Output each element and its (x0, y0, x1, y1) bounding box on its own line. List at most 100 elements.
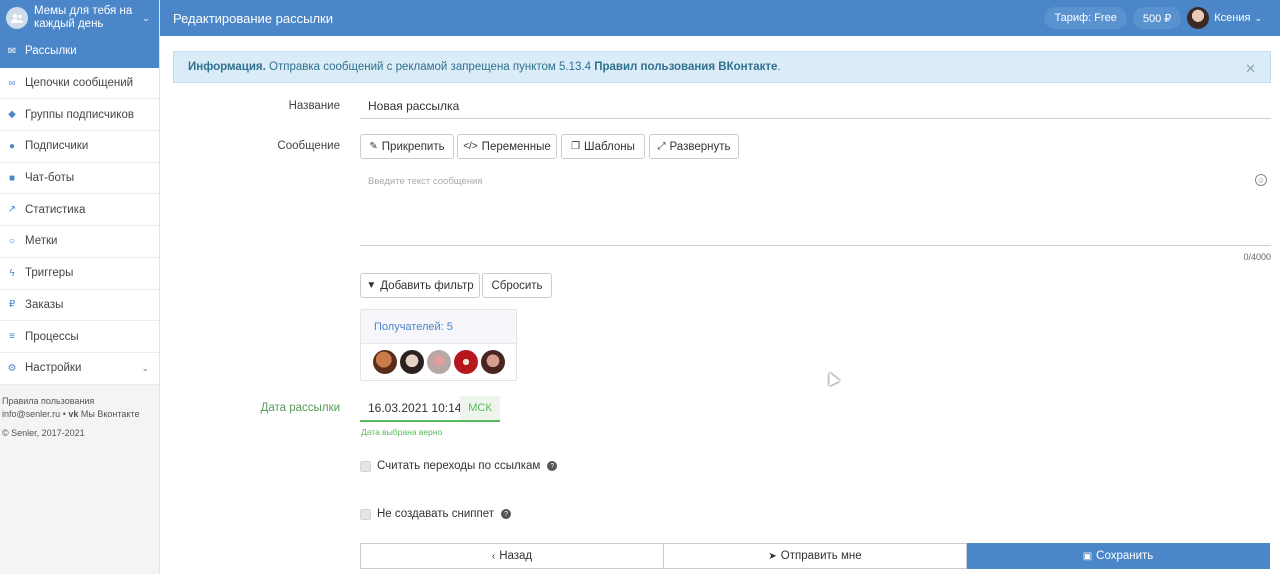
smile-icon[interactable]: ☺ (1255, 174, 1267, 186)
templates-button[interactable]: ❐ Шаблоны (561, 134, 645, 159)
email-link[interactable]: info@senler.ru (2, 409, 60, 419)
no-snippet-checkbox[interactable]: Не создавать сниппет ? (360, 508, 512, 520)
add-filter-button[interactable]: ▼ Добавить фильтр (360, 273, 480, 298)
sidebar-item-label: Чат-боты (25, 172, 75, 185)
chevron-down-icon: ⌄ (141, 362, 149, 373)
save-label: Сохранить (1096, 550, 1154, 562)
copyright: © Senler, 2017-2021 (2, 427, 85, 438)
sidebar-item-label: Рассылки (25, 45, 77, 58)
mouse-cursor-icon (824, 370, 840, 386)
tasks-icon: ≡ (9, 331, 15, 343)
recipients-panel: Получателей: 5 (360, 309, 517, 381)
copy-icon: ❐ (571, 141, 581, 152)
question-circle-icon[interactable]: ? (501, 509, 512, 519)
send-me-label: Отправить мне (780, 550, 862, 562)
sidebar-nav: ✉ Рассылки ∞ Цепочки сообщений ◆ Группы … (0, 36, 159, 385)
message-label: Сообщение (277, 140, 340, 152)
attach-label: Прикрепить (381, 140, 445, 153)
variables-button[interactable]: </> Переменные (457, 134, 557, 159)
sidebar-item-orders[interactable]: ₽ Заказы (0, 290, 159, 322)
group-name: Мемы для тебя на каждый день (34, 5, 133, 30)
sidebar-item-settings[interactable]: ⚙ Настройки ⌄ (0, 353, 159, 385)
rules-link[interactable]: Правила пользования (2, 395, 157, 408)
bolt-icon: ϟ (9, 267, 15, 279)
avatar[interactable] (400, 350, 424, 374)
sidebar-footer: Правила пользования info@senler.ru • vk … (0, 385, 159, 440)
sidebar-item-subscriber-groups[interactable]: ◆ Группы подписчиков (0, 99, 159, 132)
reset-button[interactable]: Сбросить (482, 273, 552, 298)
checkbox-box[interactable] (360, 460, 371, 472)
recipients-count[interactable]: Получателей: 5 (361, 310, 516, 344)
floppy-icon: ▣ (1082, 550, 1093, 562)
form-actions: ‹ Назад ➤ Отправить мне ▣ Сохранить (360, 543, 1270, 569)
sidebar-item-label: Метки (25, 235, 58, 248)
sidebar-item-label: Подписчики (25, 140, 89, 153)
checkbox-box[interactable] (360, 508, 371, 520)
close-icon[interactable]: ✕ (1245, 61, 1256, 77)
avatar[interactable] (454, 350, 478, 374)
user-menu[interactable]: Ксения ⌄ (1187, 7, 1262, 29)
sidebar-item-processes[interactable]: ≡ Процессы (0, 321, 159, 353)
sidebar-item-mailings[interactable]: ✉ Рассылки (0, 36, 159, 68)
date-label: Дата рассылки (260, 402, 340, 414)
alert-text: Отправка сообщений с рекламой запрещена … (265, 61, 595, 73)
sidebar-item-chatbots[interactable]: ■ Чат-боты (0, 163, 159, 195)
info-alert: Информация. Отправка сообщений с рекламо… (173, 51, 1271, 83)
sidebar-item-subscribers[interactable]: ● Подписчики (0, 131, 159, 163)
balance-badge[interactable]: 500 ₽ (1132, 7, 1182, 29)
group-avatar (6, 7, 28, 29)
variables-label: Переменные (481, 140, 551, 153)
sidebar: Мемы для тебя на каждый день ⌄ ✉ Рассылк… (0, 0, 160, 574)
chevron-down-icon: ⌄ (142, 12, 150, 23)
topbar: Редактирование рассылки Тариф: Free 500 … (160, 0, 1280, 36)
tags-icon: ◆ (8, 109, 16, 121)
link-icon: ∞ (8, 77, 16, 89)
question-circle-icon[interactable]: ? (547, 461, 558, 471)
sidebar-item-tags[interactable]: ○ Метки (0, 226, 159, 258)
chevron-down-icon: ⌄ (1254, 12, 1262, 23)
templates-label: Шаблоны (584, 140, 635, 153)
avatar[interactable] (481, 350, 505, 374)
avatar (1187, 7, 1210, 29)
date-input[interactable]: 16.03.2021 10:14 МСК (360, 396, 500, 422)
sidebar-item-chains[interactable]: ∞ Цепочки сообщений (0, 68, 159, 100)
add-filter-label: Добавить фильтр (380, 279, 474, 292)
back-button[interactable]: ‹ Назад (360, 543, 664, 569)
track-links-checkbox[interactable]: Считать переходы по ссылкам ? (360, 460, 558, 472)
sidebar-item-triggers[interactable]: ϟ Триггеры (0, 258, 159, 290)
expand-button[interactable]: ⤢ Развернуть (649, 134, 739, 159)
filter-icon: ▼ (366, 280, 377, 291)
sidebar-item-label: Группы подписчиков (25, 108, 134, 121)
sidebar-item-statistics[interactable]: ↗ Статистика (0, 194, 159, 227)
page-title: Редактирование рассылки (173, 10, 333, 26)
android-icon: ■ (8, 172, 16, 184)
message-placeholder: Введите текст сообщения (368, 176, 483, 187)
alert-rules-link[interactable]: Правил пользования ВКонтакте (594, 61, 777, 73)
avatar[interactable] (427, 350, 451, 374)
timezone-badge: МСК (460, 396, 500, 420)
plan-badge[interactable]: Тариф: Free (1044, 7, 1127, 29)
vk-icon: vk (68, 408, 79, 419)
back-label: Назад (499, 550, 533, 562)
group-switcher[interactable]: Мемы для тебя на каждый день ⌄ (0, 0, 159, 36)
alert-end: . (777, 61, 781, 73)
sidebar-item-label: Заказы (25, 298, 64, 311)
save-button[interactable]: ▣ Сохранить (967, 543, 1270, 569)
chevron-left-icon: ‹ (491, 550, 496, 562)
message-textarea[interactable]: Введите текст сообщения ☺ (360, 165, 1271, 246)
cogs-icon: ⚙ (7, 362, 17, 374)
paperclip-icon: ✎ (369, 141, 378, 152)
attach-button[interactable]: ✎ Прикрепить (360, 134, 454, 159)
sidebar-item-label: Цепочки сообщений (25, 77, 134, 90)
sidebar-item-label: Статистика (25, 203, 86, 216)
vk-link[interactable]: Мы Вконтакте (81, 409, 140, 419)
code-icon: </> (463, 141, 478, 152)
expand-label: Развернуть (669, 140, 731, 153)
users-icon: ● (8, 140, 16, 152)
name-input[interactable]: Новая рассылка (360, 95, 1271, 119)
alert-title: Информация. (188, 61, 266, 73)
recipients-avatars (361, 344, 516, 374)
avatar[interactable] (373, 350, 397, 374)
send-me-button[interactable]: ➤ Отправить мне (664, 543, 967, 569)
ruble-icon: ₽ (8, 299, 16, 311)
